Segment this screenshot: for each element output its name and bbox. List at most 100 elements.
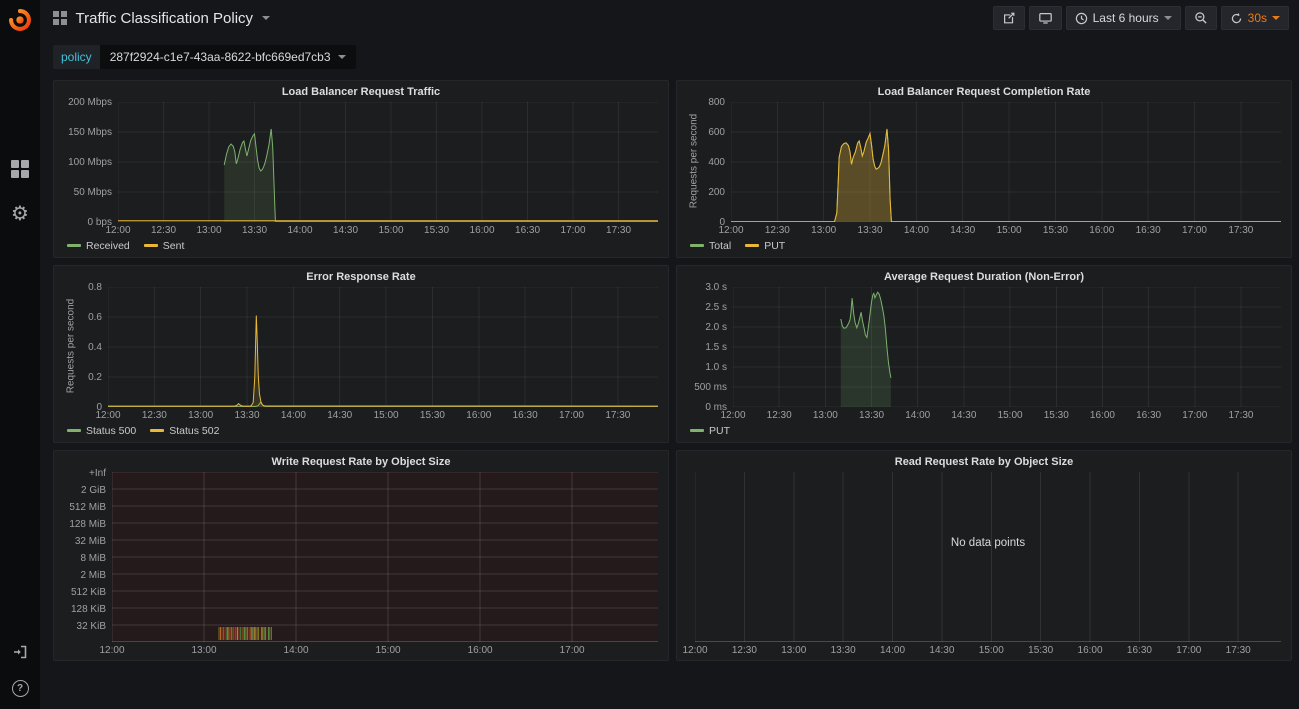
y-tick-label: 1.5 s (705, 342, 727, 353)
y-axis-label: Requests per second (64, 287, 78, 422)
heatmap-cell (257, 627, 258, 640)
panel-title[interactable]: Error Response Rate (64, 271, 658, 287)
x-tick-label: 16:00 (468, 645, 493, 656)
x-tick-label: 16:00 (1089, 225, 1114, 236)
x-tick-label: 14:30 (951, 410, 976, 421)
x-tick-label: 15:30 (1044, 410, 1069, 421)
chart-area: +Inf2 GiB512 MiB128 MiB32 MiB8 MiB2 MiB5… (64, 472, 658, 657)
heatmap-cell (245, 627, 246, 640)
heatmap-cell (255, 627, 256, 640)
dashboard-title[interactable]: Traffic Classification Policy (76, 10, 254, 27)
panel-title[interactable]: Load Balancer Request Completion Rate (687, 86, 1281, 102)
legend-label: PUT (709, 425, 730, 437)
legend-item-put[interactable]: PUT (690, 425, 730, 437)
x-tick-label: 16:00 (1078, 645, 1103, 656)
legend-color-dash (745, 244, 759, 247)
tv-kiosk-button[interactable] (1029, 6, 1062, 30)
time-range-picker[interactable]: Last 6 hours (1066, 6, 1181, 30)
error-response-rate-svg (108, 287, 658, 407)
legend-label: Status 500 (86, 425, 136, 437)
refresh-icon (1230, 12, 1243, 25)
heatmap-cell (269, 627, 270, 640)
legend-item-put[interactable]: PUT (745, 240, 785, 252)
legend-label: Received (86, 240, 130, 252)
x-tick-label: 17:30 (606, 225, 631, 236)
plot-area[interactable] (112, 472, 658, 642)
x-tick-label: 14:30 (950, 225, 975, 236)
plot-area[interactable]: No data points (695, 472, 1281, 642)
x-tick-label: 15:00 (997, 225, 1022, 236)
sidebar-item-sign-in[interactable] (9, 641, 31, 663)
sign-in-icon (11, 644, 29, 660)
y-tick-label: 0.6 (88, 312, 102, 323)
x-tick-label: 14:30 (333, 225, 358, 236)
panel-title[interactable]: Write Request Rate by Object Size (64, 456, 658, 472)
monitor-icon (1038, 11, 1053, 25)
chevron-down-icon (1164, 16, 1172, 20)
sidebar-item-dashboards[interactable] (9, 158, 31, 180)
x-tick-label: 16:30 (1136, 410, 1161, 421)
plot-area[interactable] (731, 102, 1281, 222)
y-tick-label: 3.0 s (705, 282, 727, 293)
x-tick-label: 17:30 (1228, 410, 1253, 421)
x-tick-label: 17:00 (559, 410, 584, 421)
dashboard-title-group[interactable]: Traffic Classification Policy (53, 10, 270, 27)
x-tick-label: 16:30 (515, 225, 540, 236)
heatmap-cell (251, 627, 252, 640)
zoom-out-button[interactable] (1185, 6, 1217, 30)
refresh-picker[interactable]: 30s (1221, 6, 1289, 30)
dashboard-grid: Load Balancer Request Traffic0 bps50 Mbp… (53, 80, 1292, 661)
panel-title[interactable]: Read Request Rate by Object Size (687, 456, 1281, 472)
plot-area[interactable] (118, 102, 658, 222)
x-tick-label: 15:00 (376, 645, 401, 656)
x-tick-label: 12:30 (142, 410, 167, 421)
chart-area: 0 ms500 ms1.0 s1.5 s2.0 s2.5 s3.0 s12:00… (687, 287, 1281, 422)
heatmap-cell (258, 627, 259, 640)
panel-write-rate-by-size: Write Request Rate by Object Size+Inf2 G… (53, 450, 669, 661)
chevron-down-icon (338, 55, 346, 59)
share-icon (1002, 11, 1016, 25)
panel-read-rate-by-size: Read Request Rate by Object SizeNo data … (676, 450, 1292, 661)
sidebar-bottom-icons: ? (9, 641, 31, 699)
share-button[interactable] (993, 6, 1025, 30)
legend-item-status-502[interactable]: Status 502 (150, 425, 219, 437)
panel-title[interactable]: Average Request Duration (Non-Error) (687, 271, 1281, 287)
y-tick-label: 512 MiB (69, 502, 106, 513)
legend-item-status-500[interactable]: Status 500 (67, 425, 136, 437)
x-tick-label: 13:00 (813, 410, 838, 421)
legend-color-dash (690, 244, 704, 247)
panel-title[interactable]: Load Balancer Request Traffic (64, 86, 658, 102)
heatmap-cell (219, 627, 220, 640)
heatmap-cell (240, 627, 241, 640)
time-range-label: Last 6 hours (1093, 11, 1159, 25)
y-axis-label-text: Requests per second (689, 114, 700, 209)
x-tick-label: 13:30 (858, 225, 883, 236)
x-tick-label: 13:30 (859, 410, 884, 421)
policy-variable-dropdown[interactable]: 287f2924-c1e7-43aa-8622-bfc669ed7cb3 (100, 45, 356, 69)
x-tick-label: 13:00 (811, 225, 836, 236)
heatmap-cell (233, 627, 234, 640)
y-tick-label: 2.5 s (705, 302, 727, 313)
x-tick-label: 12:30 (767, 410, 792, 421)
chart-area: 0 bps50 Mbps100 Mbps150 Mbps200 Mbps12:0… (64, 102, 658, 237)
sidebar-item-configuration[interactable]: ⚙ (9, 202, 31, 224)
y-tick-label: 200 Mbps (68, 97, 112, 108)
x-tick-label: 12:30 (765, 225, 790, 236)
heatmap-cell (238, 627, 239, 640)
sidebar-item-help[interactable]: ? (9, 677, 31, 699)
plot-area[interactable] (733, 287, 1281, 407)
x-tick-label: 16:30 (1127, 645, 1152, 656)
heatmap-cell (247, 627, 248, 640)
y-tick-label: 8 MiB (80, 553, 106, 564)
heatmap-cell (227, 627, 228, 640)
heatmap-cell (261, 627, 262, 640)
x-tick-label: 14:00 (905, 410, 930, 421)
legend-item-sent[interactable]: Sent (144, 240, 185, 252)
grafana-logo[interactable] (0, 0, 40, 40)
y-tick-label: 2.0 s (705, 322, 727, 333)
write-rate-by-size-svg (112, 472, 658, 642)
plot-area[interactable] (108, 287, 658, 407)
x-tick-label: 13:30 (242, 225, 267, 236)
legend-item-total[interactable]: Total (690, 240, 731, 252)
legend-item-received[interactable]: Received (67, 240, 130, 252)
